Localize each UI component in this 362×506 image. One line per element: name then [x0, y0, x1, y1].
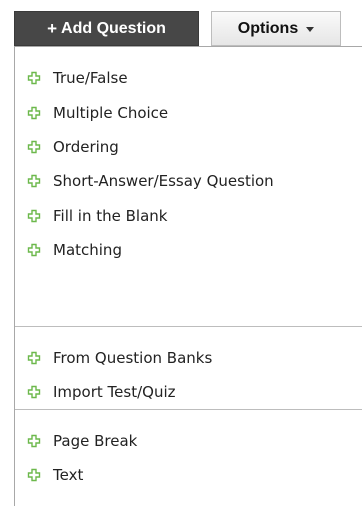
- menu-item-true-false[interactable]: True/False: [15, 61, 362, 95]
- plus-icon: [27, 140, 41, 154]
- menu-item-label: From Question Banks: [53, 349, 213, 367]
- plus-icon: [27, 434, 41, 448]
- menu-item-label: Page Break: [53, 432, 138, 450]
- menu-item-multiple-choice[interactable]: Multiple Choice: [15, 95, 362, 129]
- plus-icon: [27, 243, 41, 257]
- add-question-label: Add Question: [61, 19, 166, 37]
- menu-item-label: Matching: [53, 241, 122, 260]
- menu-item-from-question-banks[interactable]: From Question Banks: [15, 341, 362, 375]
- plus-icon: [27, 385, 41, 399]
- plus-icon: [27, 209, 41, 222]
- plus-icon: [27, 106, 41, 119]
- plus-icon: [27, 468, 41, 482]
- menu-item-label: Ordering: [53, 137, 119, 156]
- menu-item-label: Multiple Choice: [53, 103, 169, 122]
- caret-down-icon: [306, 27, 315, 32]
- question-toolbar: + Add Question Options: [0, 0, 362, 48]
- menu-item-fill-in-the-blank[interactable]: Fill in the Blank: [15, 199, 362, 233]
- import-group: From Question Banks Import Test/Quiz: [15, 326, 362, 409]
- plus-icon: [27, 351, 41, 365]
- menu-item-short-answer[interactable]: Short-Answer/Essay Question: [15, 164, 362, 198]
- add-question-button[interactable]: + Add Question: [14, 11, 199, 46]
- menu-item-matching[interactable]: Matching: [15, 233, 362, 267]
- menu-item-label: True/False: [53, 69, 128, 88]
- menu-item-ordering[interactable]: Ordering: [15, 130, 362, 164]
- plus-icon: [27, 175, 41, 188]
- menu-item-page-break[interactable]: Page Break: [15, 424, 362, 458]
- question-types-group: True/False Multiple Choice Ordering Shor…: [15, 47, 362, 326]
- menu-item-label: Import Test/Quiz: [53, 383, 176, 401]
- menu-item-label: Text: [53, 466, 84, 484]
- plus-icon: [27, 71, 41, 85]
- menu-item-label: Fill in the Blank: [53, 206, 168, 225]
- menu-item-text[interactable]: Text: [15, 458, 362, 492]
- menu-item-import-test-quiz[interactable]: Import Test/Quiz: [15, 375, 362, 409]
- menu-item-label: Short-Answer/Essay Question: [53, 172, 274, 191]
- options-label: Options: [237, 19, 299, 37]
- add-question-menu: True/False Multiple Choice Ordering Shor…: [14, 46, 362, 506]
- layout-group: Page Break Text: [15, 409, 362, 505]
- options-button[interactable]: Options: [211, 11, 341, 46]
- add-question-plus: +: [47, 18, 58, 38]
